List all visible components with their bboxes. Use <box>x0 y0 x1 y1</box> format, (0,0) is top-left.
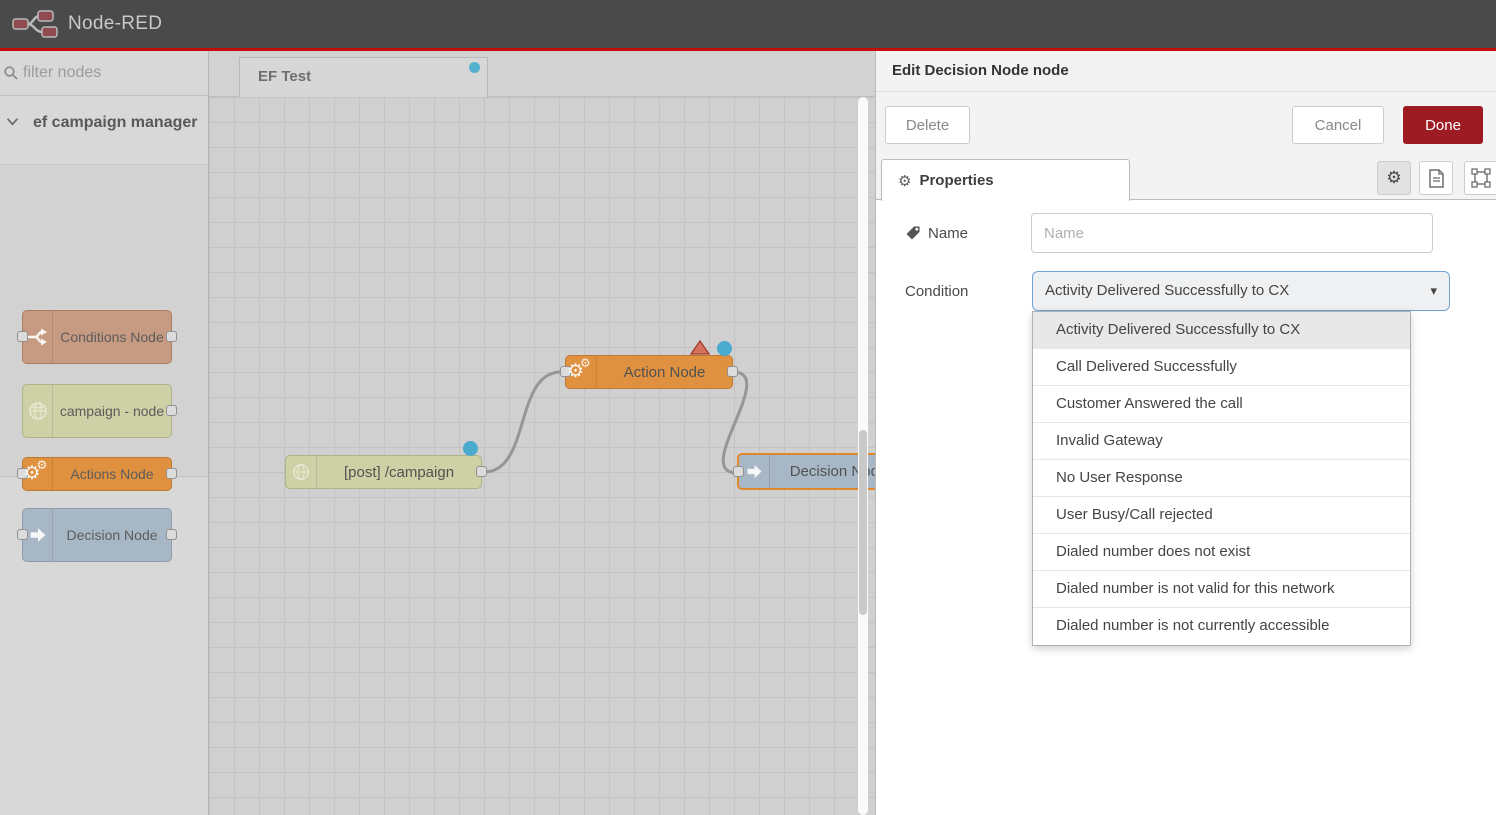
edit-node-tray: Edit Decision Node node Delete Cancel Do… <box>875 51 1496 815</box>
wire[interactable] <box>484 372 561 472</box>
palette-category-header[interactable]: ef campaign manager <box>0 96 208 164</box>
globe-icon <box>23 385 53 437</box>
palette-sidebar: filter nodes ef campaign manager Conditi… <box>0 51 209 815</box>
condition-label: Condition <box>905 283 968 300</box>
palette-node-actions[interactable]: ⚙⚙ Actions Node <box>22 457 172 491</box>
gears-icon: ⚙⚙ <box>23 458 53 490</box>
input-port[interactable] <box>733 466 744 477</box>
node-red-logo-icon <box>12 8 58 40</box>
palette-node-label: Actions Node <box>53 458 171 490</box>
delete-button[interactable]: Delete <box>885 106 970 144</box>
name-form-row: Name <box>876 213 1496 253</box>
condition-label-group: Condition <box>905 271 968 311</box>
palette-node-label: Conditions Node <box>53 311 171 363</box>
condition-dropdown-list: Activity Delivered Successfully to CX Ca… <box>1032 311 1411 646</box>
palette-search-placeholder: filter nodes <box>23 64 101 82</box>
condition-select[interactable]: Activity Delivered Successfully to CX ▾ <box>1032 271 1450 311</box>
tab-label: EF Test <box>258 68 311 85</box>
tray-tab-bar: ⚙ Properties ⚙ <box>876 152 1496 200</box>
changed-badge <box>717 341 732 356</box>
dropdown-caret-icon: ▾ <box>1430 272 1437 310</box>
flow-node-decision-selected[interactable]: Decision Node <box>737 453 875 490</box>
tray-header: Edit Decision Node node Delete Cancel Do… <box>876 51 1496 200</box>
palette-category-body: Conditions Node campaign - node ⚙⚙ Actio… <box>0 164 208 477</box>
palette-category-label: ef campaign manager <box>33 110 198 135</box>
tab-properties[interactable]: ⚙ Properties <box>881 159 1130 201</box>
flow-node-label: [post] /campaign <box>317 456 481 488</box>
arrow-icon <box>23 509 53 561</box>
tab-properties-label: Properties <box>919 172 993 189</box>
palette-node-decision[interactable]: Decision Node <box>22 508 172 562</box>
app-title: Node-RED <box>68 13 162 35</box>
name-label: Name <box>928 225 968 242</box>
fork-icon <box>23 311 53 363</box>
changed-badge <box>463 441 478 456</box>
gears-icon: ⚙⚙ <box>566 356 597 388</box>
output-port[interactable] <box>727 366 738 377</box>
arrow-icon <box>739 455 770 488</box>
tray-title: Edit Decision Node node <box>876 51 1496 92</box>
document-icon <box>1428 169 1445 188</box>
changed-badge <box>469 62 480 73</box>
output-port[interactable] <box>166 405 177 416</box>
tag-icon <box>905 225 921 241</box>
gear-icon: ⚙ <box>1386 168 1401 188</box>
gear-icon: ⚙ <box>898 172 911 190</box>
dropdown-option[interactable]: User Busy/Call rejected <box>1033 497 1410 534</box>
flow-node-post-campaign[interactable]: [post] /campaign <box>285 455 482 489</box>
dropdown-option[interactable]: Invalid Gateway <box>1033 423 1410 460</box>
dropdown-option[interactable]: Call Delivered Successfully <box>1033 349 1410 386</box>
scrollbar-thumb[interactable] <box>859 430 867 615</box>
output-port[interactable] <box>166 468 177 479</box>
description-tab-button[interactable] <box>1419 161 1453 195</box>
dropdown-option[interactable]: Customer Answered the call <box>1033 386 1410 423</box>
properties-tab-button[interactable]: ⚙ <box>1377 161 1411 195</box>
flow-canvas: EF Test [post] /campaign <box>209 51 875 815</box>
flow-node-label: Action Node <box>597 356 732 388</box>
output-port[interactable] <box>166 331 177 342</box>
error-triangle-icon <box>690 340 710 355</box>
chevron-down-icon <box>6 115 19 128</box>
palette-node-campaign[interactable]: campaign - node <box>22 384 172 438</box>
workspace-tab-bar: EF Test <box>209 51 875 97</box>
tab-ef-test[interactable]: EF Test <box>239 57 488 98</box>
output-port[interactable] <box>166 529 177 540</box>
dropdown-option[interactable]: Dialed number does not exist <box>1033 534 1410 571</box>
palette-node-label: campaign - node <box>53 385 171 437</box>
dropdown-option[interactable]: Activity Delivered Successfully to CX <box>1033 312 1410 349</box>
output-port[interactable] <box>476 466 487 477</box>
cancel-button[interactable]: Cancel <box>1292 106 1384 144</box>
name-label-group: Name <box>905 213 968 253</box>
node-edit-form: Name Condition Activity Delivered Succes… <box>876 200 1496 311</box>
appearance-icon <box>1471 168 1491 188</box>
name-input[interactable] <box>1031 213 1433 253</box>
done-button[interactable]: Done <box>1403 106 1483 144</box>
condition-selected-value: Activity Delivered Successfully to CX <box>1045 282 1289 299</box>
dropdown-option[interactable]: Dialed number is not currently accessibl… <box>1033 608 1410 645</box>
palette-node-conditions[interactable]: Conditions Node <box>22 310 172 364</box>
tray-button-row: Delete Cancel Done <box>876 92 1496 152</box>
dropdown-option[interactable]: No User Response <box>1033 460 1410 497</box>
globe-icon <box>286 456 317 488</box>
appearance-tab-button[interactable] <box>1464 161 1496 195</box>
flow-node-action[interactable]: ⚙⚙ Action Node <box>565 355 733 389</box>
app-header: Node-RED <box>0 0 1496 48</box>
condition-form-row: Condition Activity Delivered Successfull… <box>876 271 1496 311</box>
palette-search[interactable]: filter nodes <box>0 51 208 96</box>
dropdown-option[interactable]: Dialed number is not valid for this netw… <box>1033 571 1410 608</box>
canvas-vertical-scrollbar[interactable] <box>858 97 868 815</box>
search-icon <box>3 65 19 81</box>
canvas-grid[interactable]: [post] /campaign ⚙⚙ Action Node Decision… <box>209 97 875 815</box>
palette-node-label: Decision Node <box>53 509 171 561</box>
